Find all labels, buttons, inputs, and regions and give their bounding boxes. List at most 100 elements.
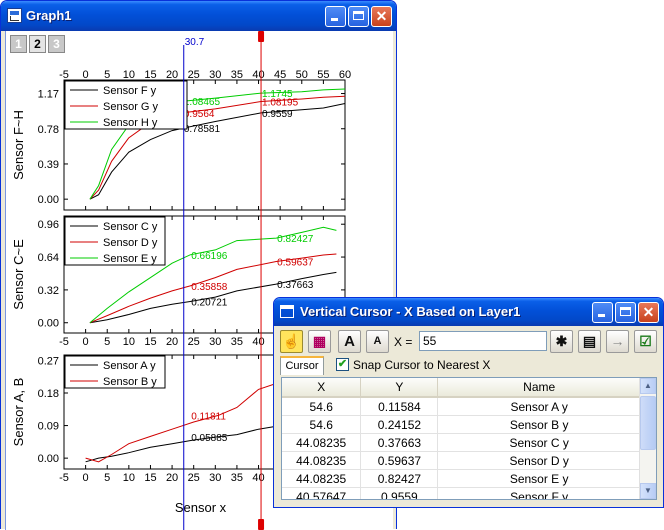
scrollbar-thumb[interactable]	[640, 396, 656, 450]
legend-entry: Sensor B y	[103, 376, 157, 388]
cursor-handle-bottom	[258, 519, 265, 530]
dialog-window-icon	[280, 305, 294, 318]
x-tick-label: 0	[83, 336, 89, 348]
graph-window-title: Graph1	[26, 8, 72, 23]
cell-x: 44.08235	[282, 469, 362, 488]
y-tick-label: 0.00	[38, 453, 59, 465]
x-tick-label: 40	[252, 69, 264, 81]
vertical-cursor-dialog: Vertical Cursor - X Based on Layer1 ✕ ☝ …	[273, 297, 664, 508]
y-tick-label: 0.39	[38, 159, 59, 171]
close-button[interactable]: ✕	[371, 6, 392, 27]
increase-font-icon[interactable]: A	[338, 330, 361, 353]
dialog-maximize-button[interactable]	[615, 302, 636, 323]
cursor-value-label: 0.9559	[262, 109, 293, 120]
cell-x: 44.08235	[282, 433, 362, 452]
x-tick-label: 35	[231, 472, 243, 484]
x-tick-label: 35	[231, 69, 243, 81]
y-tick-label: 0.27	[38, 355, 59, 367]
x-tick-label: 40	[252, 472, 264, 484]
table-row[interactable]: 40.57647 0.9559 Sensor F y	[282, 487, 641, 499]
x-tick-label: 60	[339, 69, 351, 81]
cursor-values-table: X Y Name 54.6 0.11584 Sensor A y 54.6 0.241…	[281, 377, 657, 500]
cursor-value-label: 0.78581	[184, 124, 221, 135]
export-icon[interactable]: →	[606, 330, 629, 353]
column-header-x[interactable]: X	[282, 378, 362, 398]
maximize-button[interactable]	[348, 6, 369, 27]
y-tick-label: 0.00	[38, 194, 59, 206]
table-row[interactable]: 44.08235 0.82427 Sensor E y	[282, 469, 641, 488]
column-header-name[interactable]: Name	[437, 378, 641, 398]
cell-name: Sensor C y	[437, 433, 641, 452]
column-header-y[interactable]: Y	[360, 378, 439, 398]
y-tick-label: 0.64	[38, 252, 59, 264]
dialog-minimize-button[interactable]	[592, 302, 613, 323]
layer-select-icon[interactable]: ▦	[308, 330, 331, 353]
x-tick-label: 5	[104, 69, 110, 81]
cursor-value-label: 0.11811	[191, 411, 226, 422]
vertical-cursor-titlebar[interactable]: Vertical Cursor - X Based on Layer1 ✕	[274, 298, 663, 326]
cell-y: 0.9559	[360, 487, 439, 499]
cell-y: 0.82427	[360, 469, 439, 488]
cell-x: 40.57647	[282, 487, 362, 499]
scroll-down-icon[interactable]: ▼	[640, 483, 656, 499]
cursor-top-label: 30.7	[185, 37, 205, 48]
minimize-button[interactable]	[325, 6, 346, 27]
cell-name: Sensor A y	[437, 397, 641, 416]
cursor-value-label: 1.1745	[262, 89, 293, 100]
x-tick-label: 50	[296, 69, 308, 81]
cell-y: 0.24152	[360, 415, 439, 434]
cursor-toolbar: ☝ ▦ A A X = ✱ ▤ → ☑	[278, 329, 659, 355]
y-axis-label: Sensor A, B	[11, 378, 26, 447]
x-tick-label: 20	[166, 336, 178, 348]
cell-name: Sensor E y	[437, 469, 641, 488]
cell-x: 54.6	[282, 397, 362, 416]
table-scrollbar[interactable]: ▲ ▼	[639, 378, 656, 499]
x-tick-label: 45	[274, 69, 286, 81]
dialog-close-button[interactable]: ✕	[638, 302, 659, 323]
x-tick-label: 30	[209, 336, 221, 348]
x-tick-label: 10	[123, 472, 135, 484]
x-tick-label: 25	[188, 69, 200, 81]
cell-name: Sensor B y	[437, 415, 641, 434]
cursor-value-label: 0.59637	[277, 258, 314, 269]
table-row[interactable]: 54.6 0.11584 Sensor A y	[282, 397, 641, 416]
cursor-value-label: 0.37663	[277, 280, 314, 291]
x-tick-label: 30	[209, 69, 221, 81]
x-tick-label: 15	[144, 472, 156, 484]
tab-cursor[interactable]: Cursor	[280, 356, 324, 375]
decrease-font-icon[interactable]: A	[366, 330, 389, 353]
cell-name: Sensor D y	[437, 451, 641, 470]
cursor-value-label: 0.82427	[277, 234, 314, 245]
vertical-cursor-title: Vertical Cursor - X Based on Layer1	[300, 304, 521, 319]
scroll-up-icon[interactable]: ▲	[640, 378, 656, 394]
cell-y: 0.59637	[360, 451, 439, 470]
y-axis-label: Sensor F~H	[11, 110, 26, 180]
snap-checkbox[interactable]: ✔	[336, 358, 349, 371]
x-tick-label: 15	[144, 336, 156, 348]
legend-entry: Sensor F y	[103, 85, 157, 97]
x-tick-label: 30	[209, 472, 221, 484]
x-tick-label: 0	[83, 472, 89, 484]
y-tick-label: 0.00	[38, 318, 59, 330]
x-value-input[interactable]	[419, 331, 547, 351]
cursor-value-label: 0.9564	[184, 109, 215, 120]
grid-view-icon[interactable]: ▤	[578, 330, 601, 353]
y-tick-label: 0.78	[38, 124, 59, 136]
table-row[interactable]: 54.6 0.24152 Sensor B y	[282, 415, 641, 434]
x-tick-label: 5	[104, 336, 110, 348]
table-row[interactable]: 44.08235 0.59637 Sensor D y	[282, 451, 641, 470]
hand-pointer-icon[interactable]: ☝	[280, 330, 303, 353]
x-axis-label: Sensor x	[175, 500, 227, 515]
chart-layer-top: -5 0 5 10 15 20 25 30 35 40 45 50 55 60 0.00 0.39 0.78 1.…	[11, 69, 351, 211]
dialog-tabstrip: Cursor ✔ Snap Cursor to Nearest X	[278, 356, 659, 376]
x-tick-label: 40	[252, 336, 264, 348]
legend-entry: Sensor D y	[103, 237, 158, 249]
cursor-value-label: 0.05885	[191, 433, 228, 444]
table-row[interactable]: 44.08235 0.37663 Sensor C y	[282, 433, 641, 452]
x-tick-label: 35	[231, 336, 243, 348]
x-tick-label: -5	[59, 336, 69, 348]
runner-icon[interactable]: ✱	[550, 330, 573, 353]
x-tick-label: 10	[123, 69, 135, 81]
checklist-icon[interactable]: ☑	[634, 330, 657, 353]
graph-titlebar[interactable]: Graph1 ✕	[1, 1, 396, 31]
